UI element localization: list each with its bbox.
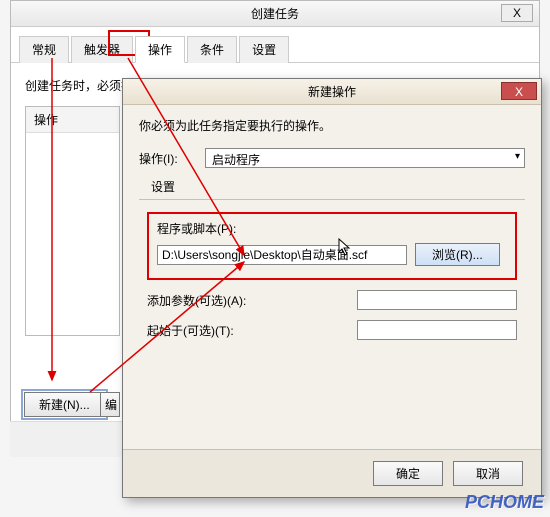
ok-button[interactable]: 确定 <box>373 461 443 486</box>
action-combo[interactable]: 启动程序 <box>205 148 525 168</box>
button-label: 取消 <box>476 467 500 481</box>
button-label: 编 <box>105 398 117 412</box>
program-label: 程序或脚本(P): <box>157 220 507 237</box>
tab-triggers[interactable]: 触发器 <box>71 36 133 63</box>
tab-actions[interactable]: 操作 <box>135 36 185 63</box>
browse-button[interactable]: 浏览(R)... <box>415 243 500 266</box>
tab-label: 常规 <box>32 43 56 57</box>
action-row: 操作(I): 启动程序 <box>139 148 525 168</box>
action-combo-value: 启动程序 <box>212 153 260 167</box>
tab-label: 触发器 <box>84 43 120 57</box>
startin-row: 起始于(可选)(T): <box>147 320 517 340</box>
settings-label: 设置 <box>151 178 525 195</box>
tab-settings[interactable]: 设置 <box>239 36 289 63</box>
dialog-close-button[interactable]: X <box>501 82 537 100</box>
tab-label: 条件 <box>200 43 224 57</box>
close-icon: X <box>513 6 521 20</box>
cancel-button[interactable]: 取消 <box>453 461 523 486</box>
tab-general[interactable]: 常规 <box>19 36 69 63</box>
dialog-title: 新建操作 <box>308 85 356 99</box>
highlight-box-program: 程序或脚本(P): 浏览(R)... <box>147 212 517 280</box>
button-label: 新建(N)... <box>39 398 90 412</box>
tab-label: 设置 <box>252 43 276 57</box>
args-row: 添加参数(可选)(A): <box>147 290 517 310</box>
tab-label: 操作 <box>148 43 172 57</box>
dialog-body: 你必须为此任务指定要执行的操作。 操作(I): 启动程序 设置 程序或脚本(P)… <box>123 105 541 378</box>
new-action-dialog: 新建操作 X 你必须为此任务指定要执行的操作。 操作(I): 启动程序 设置 程… <box>122 78 542 498</box>
new-action-button[interactable]: 新建(N)... <box>24 392 105 417</box>
startin-input[interactable] <box>357 320 517 340</box>
tab-conditions[interactable]: 条件 <box>187 36 237 63</box>
tabstrip: 常规 触发器 操作 条件 设置 <box>11 27 539 63</box>
actions-list-header: 操作 <box>26 107 119 133</box>
close-icon: X <box>515 85 523 99</box>
program-input[interactable] <box>157 245 407 265</box>
args-label: 添加参数(可选)(A): <box>147 292 287 309</box>
dialog-titlebar: 新建操作 X <box>123 79 541 105</box>
dialog-footer: 确定 取消 <box>123 449 541 497</box>
action-label: 操作(I): <box>139 150 199 167</box>
args-input[interactable] <box>357 290 517 310</box>
button-label: 确定 <box>396 467 420 481</box>
dialog-hint: 你必须为此任务指定要执行的操作。 <box>139 117 525 134</box>
window-title: 创建任务 <box>251 7 299 21</box>
button-label: 浏览(R)... <box>432 248 483 262</box>
startin-label: 起始于(可选)(T): <box>147 322 287 339</box>
actions-list[interactable]: 操作 <box>25 106 120 336</box>
window-titlebar: 创建任务 X <box>11 1 539 27</box>
settings-fieldset: 程序或脚本(P): 浏览(R)... 添加参数(可选)(A): 起始于(可选)(… <box>139 199 525 358</box>
window-close-button[interactable]: X <box>501 4 533 22</box>
edit-action-button[interactable]: 编 <box>100 392 120 417</box>
